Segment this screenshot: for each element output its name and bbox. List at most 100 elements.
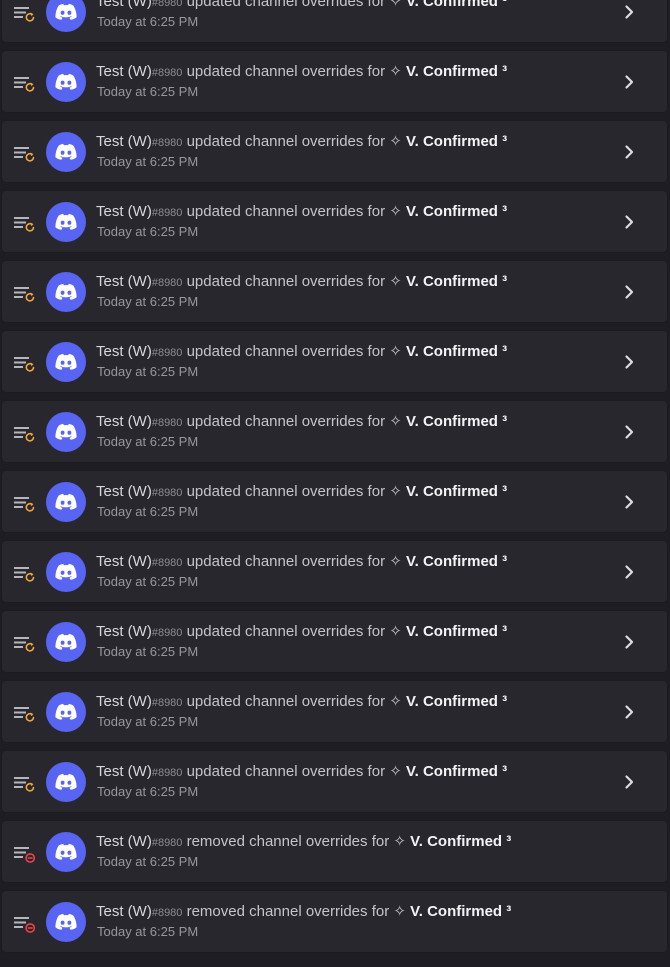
channel-name[interactable]: V. Confirmed ³: [406, 203, 507, 220]
chevron-right-icon[interactable]: [620, 563, 638, 581]
user-name[interactable]: Test (W): [96, 343, 152, 360]
chevron-right-icon[interactable]: [620, 703, 638, 721]
channel-override-update-icon: [14, 5, 36, 23]
chevron-right-icon[interactable]: [620, 633, 638, 651]
avatar[interactable]: [46, 272, 86, 312]
channel-name[interactable]: V. Confirmed ³: [406, 63, 507, 80]
avatar[interactable]: [46, 622, 86, 662]
user-name[interactable]: Test (W): [96, 763, 152, 780]
channel-override-update-icon: [14, 75, 36, 93]
discord-logo-icon: [55, 423, 77, 440]
timestamp: Today at 6:25 PM: [97, 14, 199, 29]
user-name[interactable]: Test (W): [96, 553, 152, 570]
entry-summary: Test (W)#8980 updated channel overrides …: [96, 763, 507, 782]
avatar[interactable]: [46, 552, 86, 592]
channel-prefix: ✧: [389, 693, 402, 710]
avatar[interactable]: [46, 762, 86, 802]
user-name[interactable]: Test (W): [96, 693, 152, 710]
chevron-right-icon[interactable]: [620, 143, 638, 161]
avatar[interactable]: [46, 342, 86, 382]
avatar[interactable]: [46, 132, 86, 172]
discord-logo-icon: [55, 73, 77, 90]
audit-log-entry[interactable]: Test (W)#8980 updated channel overrides …: [1, 120, 668, 183]
channel-prefix: ✧: [389, 63, 402, 80]
timestamp: Today at 6:25 PM: [97, 224, 199, 239]
avatar[interactable]: [46, 692, 86, 732]
avatar[interactable]: [46, 202, 86, 242]
entry-summary: Test (W)#8980 removed channel overrides …: [96, 903, 511, 922]
audit-log-entry[interactable]: Test (W)#8980 updated channel overrides …: [1, 50, 668, 113]
user-name[interactable]: Test (W): [96, 0, 152, 10]
user-name[interactable]: Test (W): [96, 483, 152, 500]
audit-log-entry[interactable]: Test (W)#8980 updated channel overrides …: [1, 610, 668, 673]
audit-log-entry[interactable]: Test (W)#8980 updated channel overrides …: [1, 540, 668, 603]
chevron-right-icon[interactable]: [620, 773, 638, 791]
user-name[interactable]: Test (W): [96, 133, 152, 150]
channel-name[interactable]: V. Confirmed ³: [406, 133, 507, 150]
channel-prefix: ✧: [393, 833, 406, 850]
user-discriminator: #8980: [151, 347, 183, 359]
channel-override-update-icon: [14, 635, 36, 653]
chevron-right-icon[interactable]: [620, 423, 638, 441]
audit-log-entry[interactable]: Test (W)#8980 removed channel overrides …: [1, 890, 668, 953]
audit-log-entry[interactable]: Test (W)#8980 removed channel overrides …: [1, 820, 668, 883]
chevron-right-icon[interactable]: [620, 283, 638, 301]
audit-log-entry[interactable]: Test (W)#8980 updated channel overrides …: [1, 400, 668, 463]
channel-name[interactable]: V. Confirmed ³: [406, 0, 507, 10]
user-discriminator: #8980: [151, 837, 183, 849]
chevron-right-icon[interactable]: [620, 73, 638, 91]
user-name[interactable]: Test (W): [96, 63, 152, 80]
channel-name[interactable]: V. Confirmed ³: [406, 343, 507, 360]
channel-name[interactable]: V. Confirmed ³: [406, 623, 507, 640]
entry-summary: Test (W)#8980 updated channel overrides …: [96, 413, 507, 432]
discord-logo-icon: [55, 213, 77, 230]
entry-summary: Test (W)#8980 updated channel overrides …: [96, 623, 507, 642]
channel-name[interactable]: V. Confirmed ³: [406, 693, 507, 710]
chevron-right-icon[interactable]: [620, 493, 638, 511]
audit-log-entry[interactable]: Test (W)#8980 updated channel overrides …: [1, 680, 668, 743]
chevron-right-icon[interactable]: [620, 3, 638, 21]
action-text: updated channel overrides for: [186, 413, 386, 430]
channel-name[interactable]: V. Confirmed ³: [406, 763, 507, 780]
audit-log-entry[interactable]: Test (W)#8980 updated channel overrides …: [1, 190, 668, 253]
user-name[interactable]: Test (W): [96, 273, 152, 290]
discord-logo-icon: [55, 773, 77, 790]
avatar[interactable]: [46, 832, 86, 872]
avatar[interactable]: [46, 0, 86, 32]
channel-name[interactable]: V. Confirmed ³: [406, 553, 507, 570]
entry-summary: Test (W)#8980 updated channel overrides …: [96, 483, 507, 502]
action-text: removed channel overrides for: [186, 903, 390, 920]
discord-logo-icon: [55, 143, 77, 160]
audit-log-entry[interactable]: Test (W)#8980 updated channel overrides …: [1, 470, 668, 533]
channel-name[interactable]: V. Confirmed ³: [406, 483, 507, 500]
channel-name[interactable]: V. Confirmed ³: [406, 413, 507, 430]
audit-log-entry[interactable]: Test (W)#8980 updated channel overrides …: [1, 750, 668, 813]
chevron-right-icon[interactable]: [620, 353, 638, 371]
audit-log-entry[interactable]: Test (W)#8980 updated channel overrides …: [1, 260, 668, 323]
channel-prefix: ✧: [389, 413, 402, 430]
avatar[interactable]: [46, 62, 86, 102]
user-name[interactable]: Test (W): [96, 413, 152, 430]
channel-name[interactable]: V. Confirmed ³: [410, 903, 511, 920]
timestamp: Today at 6:25 PM: [97, 294, 199, 309]
audit-log-entry[interactable]: Test (W)#8980 updated channel overrides …: [1, 0, 668, 43]
discord-logo-icon: [55, 563, 77, 580]
audit-log-entry[interactable]: Test (W)#8980 updated channel overrides …: [1, 330, 668, 393]
user-name[interactable]: Test (W): [96, 203, 152, 220]
avatar[interactable]: [46, 482, 86, 522]
action-text: removed channel overrides for: [186, 833, 390, 850]
avatar[interactable]: [46, 412, 86, 452]
user-name[interactable]: Test (W): [96, 623, 152, 640]
entry-summary: Test (W)#8980 updated channel overrides …: [96, 203, 507, 222]
avatar[interactable]: [46, 902, 86, 942]
entry-summary: Test (W)#8980 updated channel overrides …: [96, 273, 507, 292]
entry-summary: Test (W)#8980 updated channel overrides …: [96, 693, 507, 712]
user-discriminator: #8980: [151, 137, 183, 149]
chevron-right-icon[interactable]: [620, 213, 638, 231]
user-discriminator: #8980: [151, 697, 183, 709]
user-name[interactable]: Test (W): [96, 833, 152, 850]
channel-name[interactable]: V. Confirmed ³: [406, 273, 507, 290]
user-name[interactable]: Test (W): [96, 903, 152, 920]
discord-logo-icon: [55, 913, 77, 930]
channel-name[interactable]: V. Confirmed ³: [410, 833, 511, 850]
